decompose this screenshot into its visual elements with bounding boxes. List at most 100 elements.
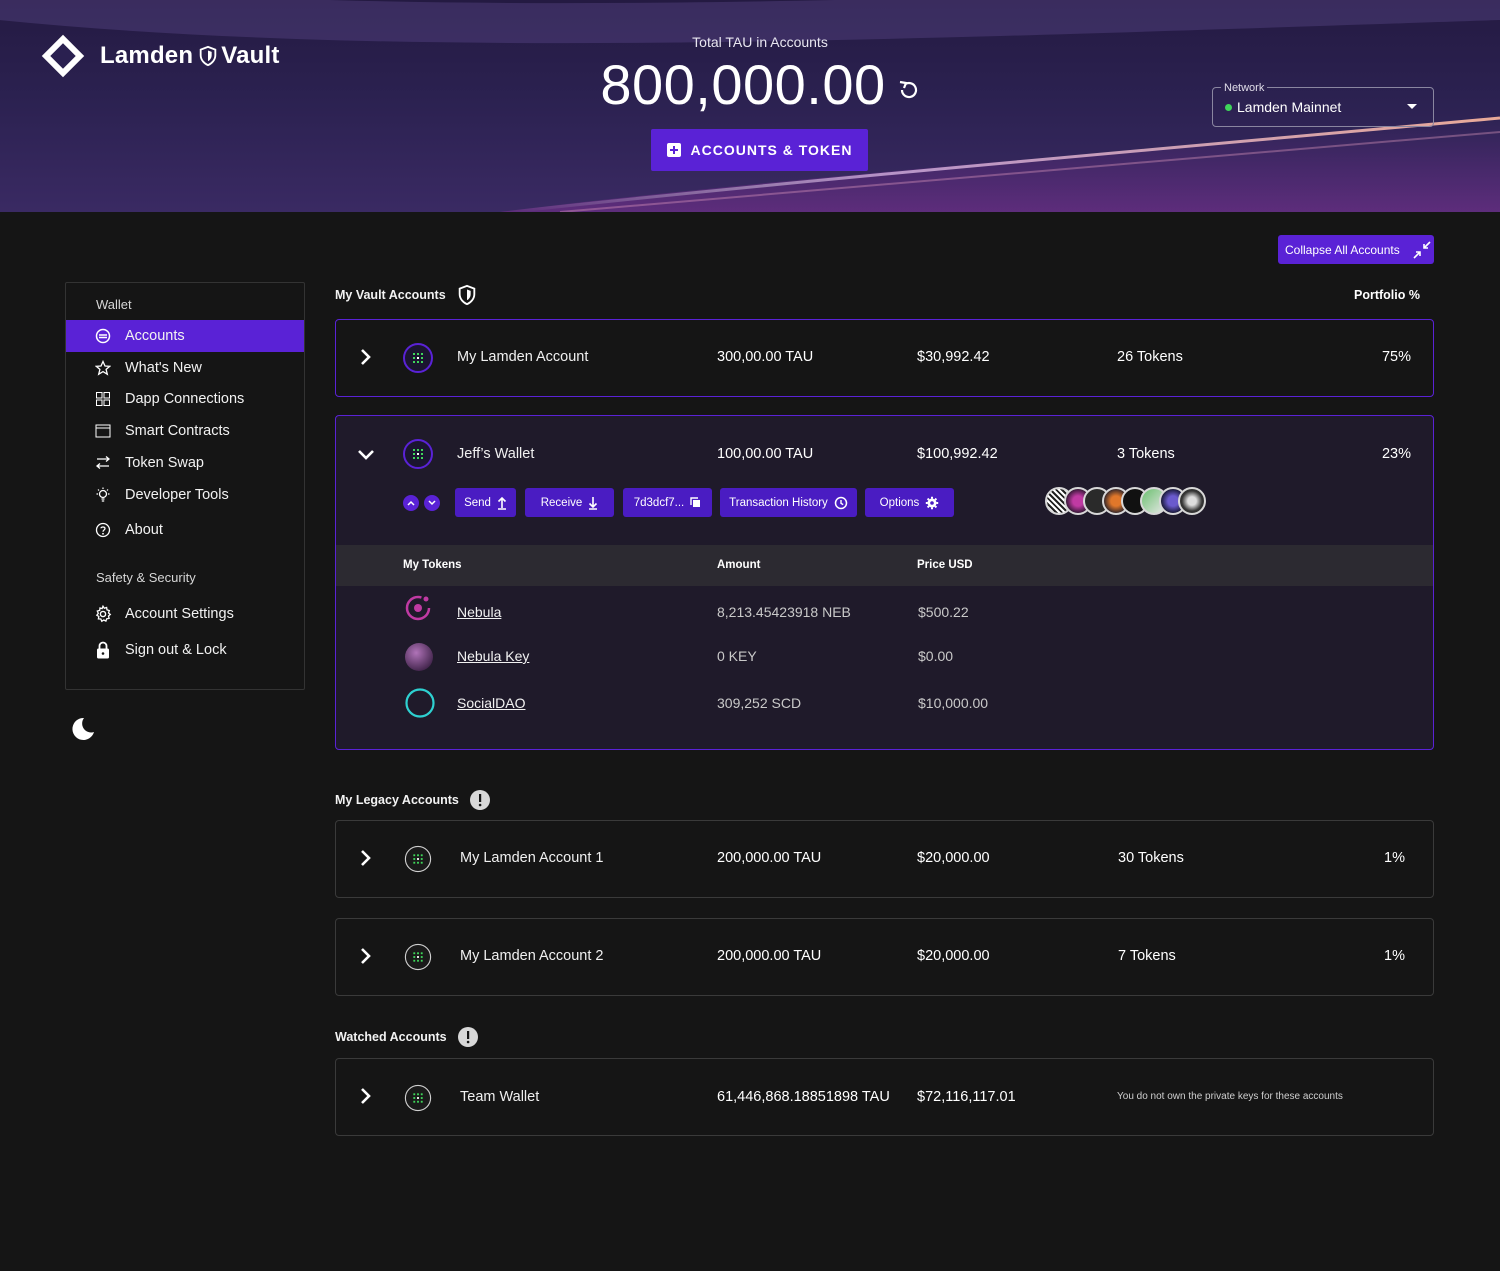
- account-tau-balance: 300,00.00 TAU: [717, 349, 814, 365]
- sidebar-item-sign-out-lock[interactable]: Sign out & Lock: [66, 634, 304, 666]
- sidebar-item-label: Accounts: [125, 328, 185, 344]
- token-col-name: My Tokens: [403, 559, 462, 571]
- chevron-down-icon: [428, 500, 436, 506]
- copy-address-button[interactable]: 7d3dcf7...: [623, 488, 712, 517]
- total-caption: Total TAU in Accounts: [692, 34, 828, 50]
- add-accounts-token-label: ACCOUNTS & TOKEN: [690, 142, 853, 158]
- token-table-header: My Tokens Amount Price USD: [336, 545, 1433, 586]
- send-button[interactable]: Send: [455, 488, 516, 517]
- token-amount: 309,252 SCD: [717, 695, 802, 711]
- token-avatar[interactable]: [1178, 487, 1206, 515]
- brand-name-left: Lamden: [100, 42, 194, 69]
- options-button[interactable]: Options: [865, 488, 954, 517]
- sidebar-item-dapp-connections[interactable]: Dapp Connections: [66, 383, 304, 415]
- token-col-amount: Amount: [717, 559, 761, 571]
- app-logo[interactable]: Lamden Vault: [40, 33, 280, 79]
- account-name: My Lamden Account 1: [460, 850, 604, 866]
- account-portfolio-percent: 1%: [1384, 948, 1405, 964]
- token-price: $10,000.00: [918, 695, 989, 711]
- sidebar-item-developer-tools[interactable]: Developer Tools: [66, 479, 304, 511]
- sidebar-item-label: Dapp Connections: [125, 391, 245, 407]
- collapse-all-label: Collapse All Accounts: [1285, 242, 1400, 257]
- account-avatar-icon: [404, 845, 432, 873]
- network-select[interactable]: Network Lamden Mainnet: [1212, 82, 1434, 127]
- sidebar: Wallet Accounts What's New Dapp Connecti…: [65, 282, 305, 690]
- chevron-down-icon[interactable]: [356, 448, 376, 462]
- token-col-price: Price USD: [917, 559, 973, 571]
- account-avatar-icon: [403, 439, 433, 469]
- accounts-icon: [94, 327, 112, 345]
- add-accounts-token-button[interactable]: ACCOUNTS & TOKEN: [651, 129, 868, 171]
- chevron-right-icon[interactable]: [358, 348, 374, 366]
- receive-button[interactable]: Receive: [525, 488, 614, 517]
- send-label: Send: [464, 496, 491, 509]
- account-card[interactable]: My Lamden Account 300,00.00 TAU $30,992.…: [335, 319, 1434, 397]
- account-card[interactable]: My Lamden Account 2 200,000.00 TAU $20,0…: [335, 918, 1434, 996]
- account-usd-value: $20,000.00: [917, 948, 990, 964]
- history-icon: [834, 496, 848, 509]
- token-name-link[interactable]: Nebula: [457, 604, 501, 620]
- chevron-right-icon[interactable]: [358, 849, 374, 867]
- receive-label: Receive: [540, 496, 583, 509]
- transaction-history-button[interactable]: Transaction History: [720, 488, 857, 517]
- sidebar-item-accounts[interactable]: Accounts: [66, 320, 304, 352]
- sidebar-item-token-swap[interactable]: Token Swap: [66, 447, 304, 479]
- watched-section-title: Watched Accounts: [335, 1026, 479, 1048]
- refresh-icon[interactable]: [896, 78, 920, 102]
- sidebar-heading-wallet: Wallet: [96, 297, 132, 312]
- account-token-count: 3 Tokens: [1117, 446, 1175, 462]
- window-icon: [94, 422, 112, 440]
- watched-account-note: You do not own the private keys for thes…: [1117, 1091, 1343, 1102]
- star-icon: [94, 359, 112, 377]
- token-price: $0.00: [918, 648, 954, 664]
- account-card[interactable]: My Lamden Account 1 200,000.00 TAU $20,0…: [335, 820, 1434, 898]
- account-usd-value: $20,000.00: [917, 850, 990, 866]
- account-portfolio-percent: 23%: [1381, 446, 1411, 462]
- network-status-dot: [1225, 103, 1232, 111]
- token-row: Nebula Key 0 KEY $0.00: [336, 638, 1433, 678]
- header-banner: Lamden Vault Total TAU in Accounts 800,0…: [0, 0, 1500, 212]
- account-card-expanded[interactable]: Jeff’s Wallet 100,00.00 TAU $100,992.42 …: [335, 415, 1434, 750]
- lamden-logo-icon: [41, 34, 85, 78]
- sidebar-item-label: What's New: [125, 360, 202, 376]
- sidebar-item-account-settings[interactable]: Account Settings: [66, 598, 304, 630]
- chevron-right-icon[interactable]: [358, 1087, 374, 1105]
- warning-info-icon[interactable]: [469, 789, 491, 811]
- chevron-right-icon[interactable]: [358, 947, 374, 965]
- vault-section-label: My Vault Accounts: [335, 288, 446, 302]
- account-usd-value: $72,116,117.01: [917, 1089, 1016, 1105]
- shield-icon: [199, 45, 217, 67]
- options-label: Options: [879, 496, 920, 509]
- account-token-count: 26 Tokens: [1117, 349, 1183, 365]
- plus-box-icon: [666, 143, 681, 157]
- lock-icon: [94, 641, 112, 659]
- account-tau-balance: 100,00.00 TAU: [717, 446, 814, 462]
- token-name-link[interactable]: Nebula Key: [457, 648, 529, 664]
- token-amount: 0 KEY: [717, 648, 757, 664]
- total-amount: 800,000.00: [600, 53, 886, 116]
- collapse-arrows-icon: [1413, 240, 1431, 259]
- sidebar-item-about[interactable]: About: [66, 514, 304, 546]
- brand-name: Lamden Vault: [100, 42, 280, 70]
- chevron-down-icon: [1407, 104, 1417, 109]
- watched-account-card[interactable]: Team Wallet 61,446,868.18851898 TAU $72,…: [335, 1058, 1434, 1136]
- token-name-link[interactable]: SocialDAO: [457, 695, 525, 711]
- move-down-button[interactable]: [424, 495, 440, 511]
- account-token-count: 7 Tokens: [1118, 948, 1176, 964]
- sidebar-item-smart-contracts[interactable]: Smart Contracts: [66, 415, 304, 447]
- sidebar-item-label: Developer Tools: [125, 487, 229, 503]
- warning-info-icon[interactable]: [457, 1026, 479, 1048]
- account-portfolio-percent: 1%: [1384, 850, 1405, 866]
- watched-section-label: Watched Accounts: [335, 1030, 447, 1044]
- account-tau-balance: 61,446,868.18851898 TAU: [717, 1089, 890, 1105]
- dark-mode-moon-icon[interactable]: [70, 716, 96, 742]
- socialdao-token-icon: [405, 688, 435, 718]
- sidebar-item-whats-new[interactable]: What's New: [66, 352, 304, 384]
- collapse-all-accounts-button[interactable]: Collapse All Accounts: [1278, 235, 1434, 264]
- move-up-button[interactable]: [403, 495, 419, 511]
- brand-name-right: Vault: [221, 42, 280, 69]
- transaction-history-label: Transaction History: [729, 496, 828, 509]
- swap-icon: [94, 454, 112, 472]
- account-avatar-icon: [403, 343, 433, 373]
- account-tau-balance: 200,000.00 TAU: [717, 948, 822, 964]
